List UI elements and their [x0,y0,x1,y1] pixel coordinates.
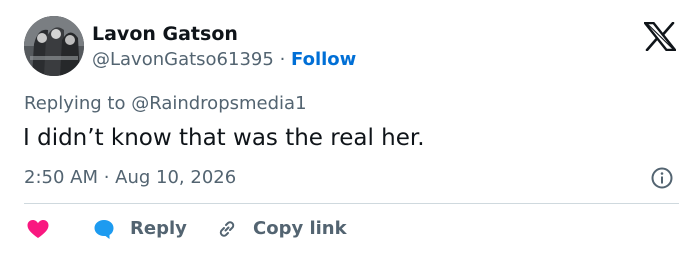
speech-bubble-icon [94,220,114,239]
avatar-image [24,16,84,76]
tweet-text: I didn’t know that was the real her. [23,125,425,151]
copy-link-label: Copy link [253,218,347,239]
reply-label: Reply [130,218,187,239]
reply-context-prefix: Replying to [24,93,132,114]
reply-to-handle-link[interactable]: @Raindropsmedia1 [131,93,306,114]
divider [24,203,679,204]
copy-link-button[interactable]: Copy link [215,216,347,242]
tweet-timestamp[interactable]: 2:50 AM · Aug 10, 2026 [24,166,236,190]
info-icon[interactable] [650,166,674,190]
avatar[interactable] [24,16,84,76]
link-icon [219,221,235,237]
x-logo-icon[interactable] [644,22,676,51]
author-handle[interactable]: @LavonGatso61395 [92,49,274,70]
author-name[interactable]: Lavon Gatson [92,22,238,46]
like-button[interactable] [26,216,50,242]
reply-button[interactable]: Reply [92,216,187,242]
handle-separator: · [279,49,286,70]
follow-button[interactable]: Follow [291,49,356,70]
heart-icon [27,220,49,238]
author-handle-row: @LavonGatso61395 · Follow [92,48,356,72]
reply-context: Replying to @Raindropsmedia1 [24,92,307,116]
